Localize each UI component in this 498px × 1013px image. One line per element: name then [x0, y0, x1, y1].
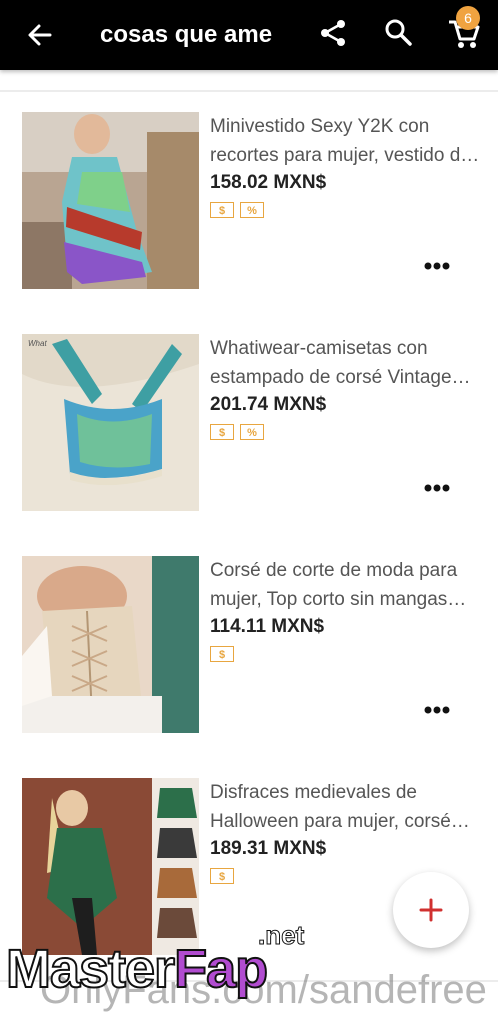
add-fab-button[interactable] [393, 872, 469, 948]
product-price: 189.31 MXN$ [210, 838, 327, 859]
product-image[interactable] [22, 778, 199, 955]
product-name[interactable]: Whatiwear-camisetas con estampado de cor… [210, 334, 482, 392]
cart-count-badge: 6 [456, 6, 480, 30]
discount-tag: % [240, 202, 264, 218]
more-options-icon[interactable] [424, 262, 450, 270]
promo-tags: $ [210, 646, 234, 662]
promo-tags: $ [210, 868, 234, 884]
product-name[interactable]: Disfraces medievales de Halloween para m… [210, 778, 482, 836]
coupon-tag: $ [210, 424, 234, 440]
list-item[interactable]: What Whatiwear-camisetas con estampado d… [0, 314, 498, 538]
more-options-icon[interactable] [424, 484, 450, 492]
product-image[interactable] [22, 556, 199, 733]
product-image[interactable] [22, 112, 199, 289]
svg-text:What: What [28, 339, 47, 348]
product-price: 201.74 MXN$ [210, 394, 327, 415]
product-price: 158.02 MXN$ [210, 172, 327, 193]
product-name[interactable]: Corsé de corte de moda para mujer, Top c… [210, 556, 482, 614]
promo-tags: $ % [210, 202, 264, 218]
product-price: 114.11 MXN$ [210, 616, 325, 637]
promo-tags: $ % [210, 424, 264, 440]
coupon-tag: $ [210, 202, 234, 218]
product-image[interactable]: What [22, 334, 199, 511]
coupon-tag: $ [210, 646, 234, 662]
back-arrow-icon[interactable] [24, 19, 56, 51]
product-name[interactable]: Minivestido Sexy Y2K con recortes para m… [210, 112, 482, 170]
coupon-tag: $ [210, 868, 234, 884]
discount-tag: % [240, 424, 264, 440]
share-icon[interactable] [318, 18, 348, 48]
search-icon[interactable] [383, 17, 413, 47]
plus-icon [419, 898, 443, 922]
list-item[interactable]: Disfraces medievales de Halloween para m… [0, 758, 498, 982]
list-item[interactable]: Corsé de corte de moda para mujer, Top c… [0, 536, 498, 760]
list-item[interactable]: Minivestido Sexy Y2K con recortes para m… [0, 92, 498, 316]
app-bar: cosas que ame 6 [0, 0, 498, 70]
page-title: cosas que ame [100, 21, 273, 48]
more-options-icon[interactable] [424, 706, 450, 714]
